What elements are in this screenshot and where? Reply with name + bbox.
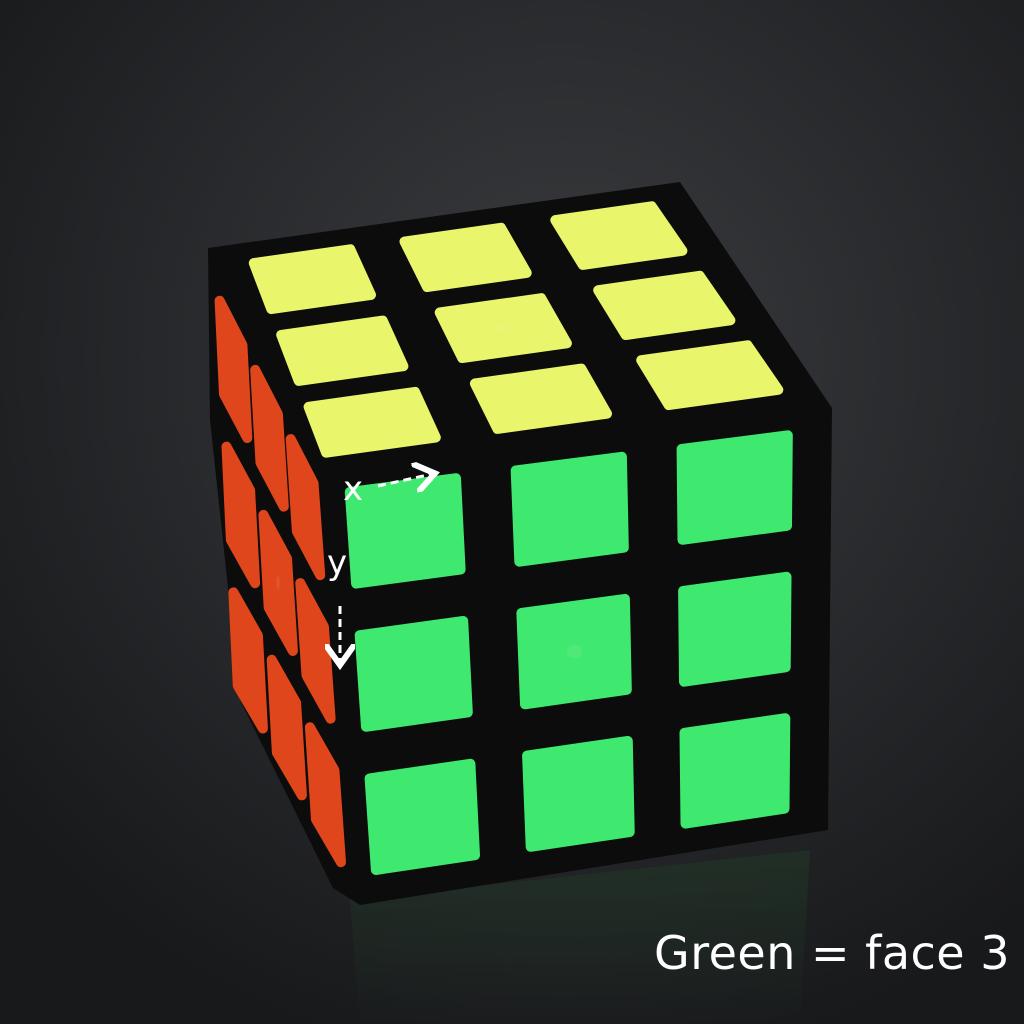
front-sticker	[364, 758, 480, 875]
caption: Green = face 3	[654, 926, 1010, 980]
front-sticker	[344, 473, 466, 589]
top-sticker	[636, 340, 784, 411]
top-sticker	[248, 244, 376, 315]
top-center-highlight	[494, 324, 511, 332]
y-axis-label: y	[327, 543, 348, 583]
front-sticker	[678, 571, 792, 687]
top-sticker	[593, 270, 736, 340]
cube-scene	[0, 0, 1024, 1024]
x-axis-label: x	[343, 469, 364, 509]
front-sticker	[522, 736, 635, 852]
front-face	[344, 430, 793, 875]
front-sticker	[679, 713, 791, 829]
front-sticker	[354, 616, 473, 732]
top-sticker	[469, 363, 612, 434]
front-center-highlight	[566, 644, 583, 659]
top-sticker	[550, 201, 688, 270]
left-center-highlight	[276, 576, 280, 590]
top-sticker	[399, 222, 532, 292]
front-sticker	[510, 451, 629, 567]
top-sticker	[303, 386, 441, 458]
front-sticker	[676, 430, 793, 545]
top-sticker	[276, 315, 409, 386]
